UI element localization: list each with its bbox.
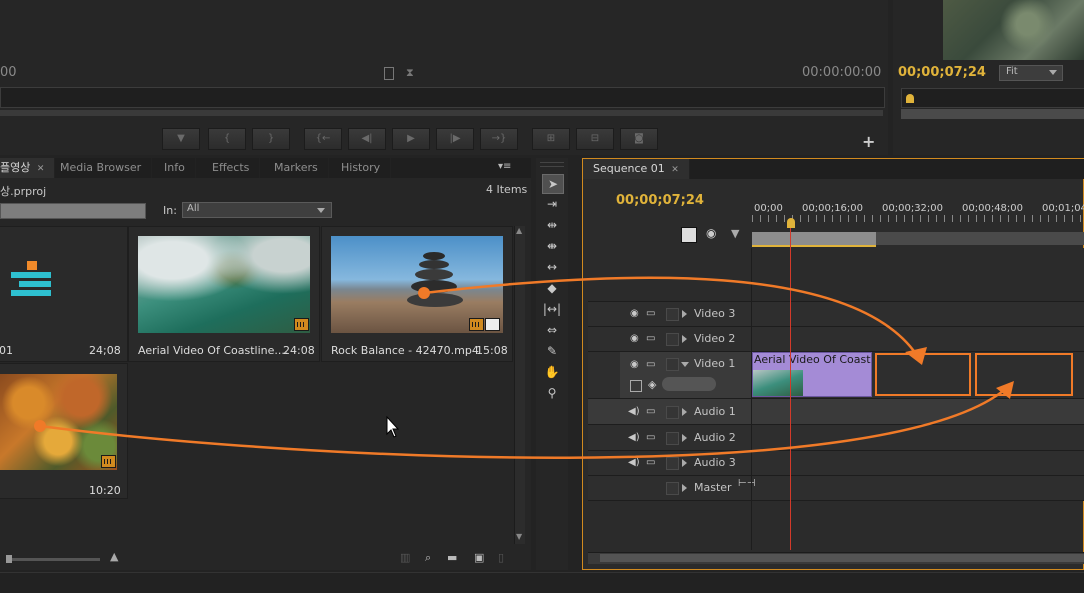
arrow-forest-to-video1	[34, 381, 1014, 459]
mouse-cursor-icon	[386, 415, 400, 438]
annotation-arrows	[34, 276, 1014, 459]
arrow-rock-to-video1	[418, 276, 927, 365]
